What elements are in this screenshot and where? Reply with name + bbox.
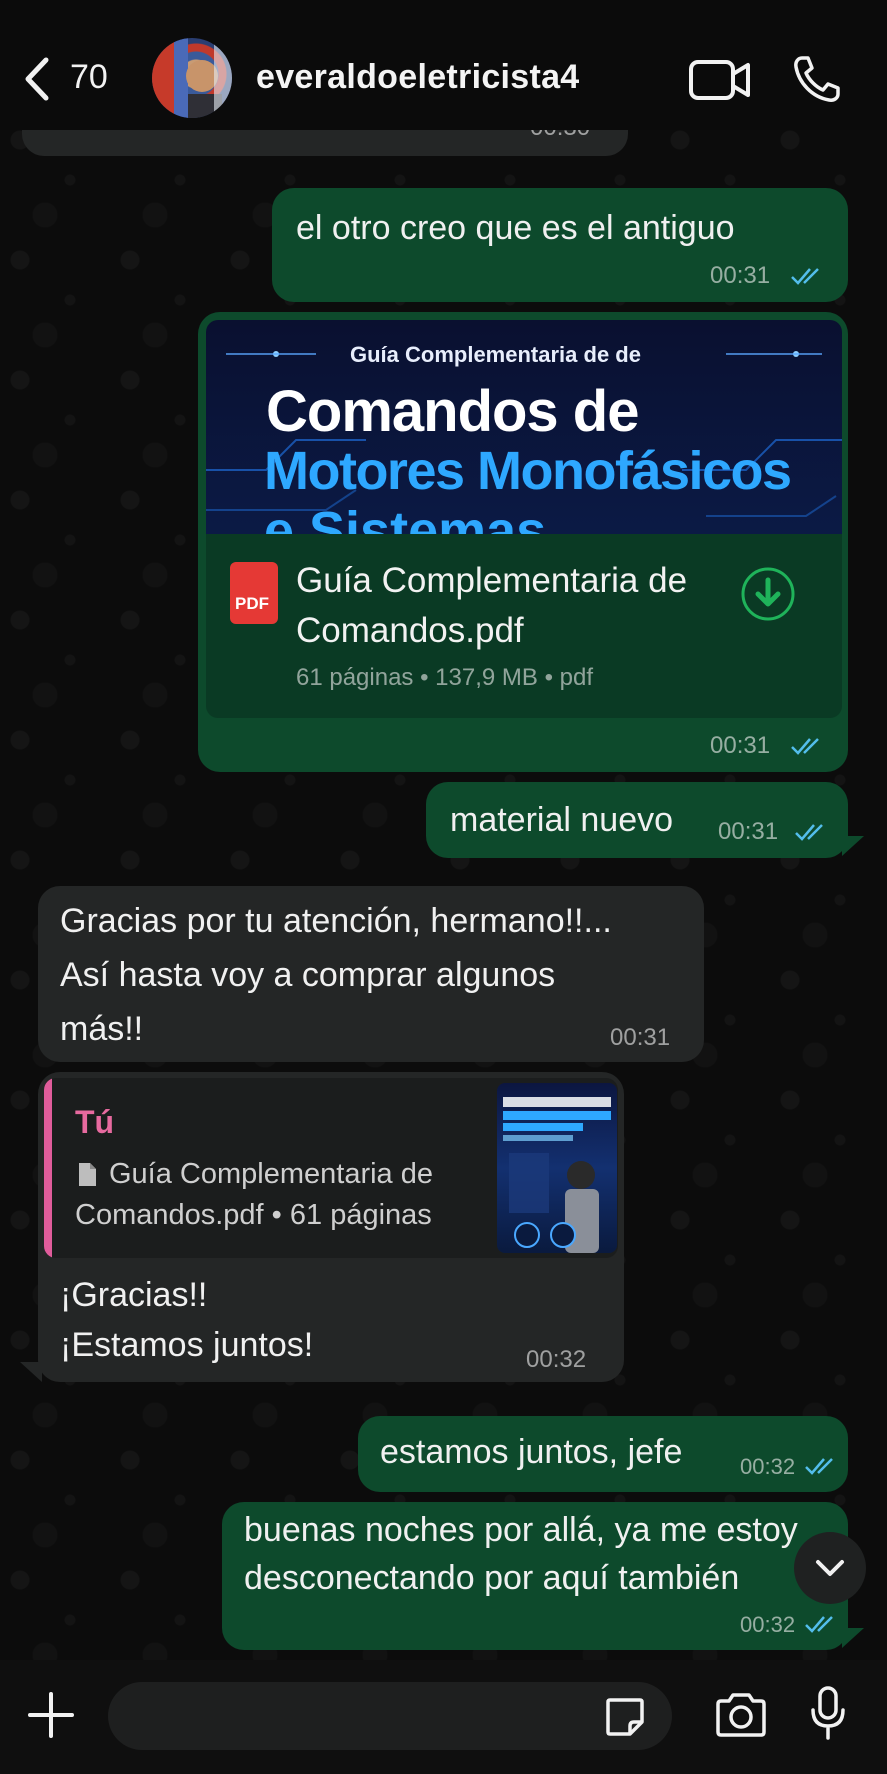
document-preview[interactable]: Guía Complementaria de de Comandos de Mo… <box>206 320 842 534</box>
message-time: 00:31 <box>718 818 779 845</box>
message-time: 00:31 <box>610 1024 671 1051</box>
outgoing-message[interactable]: buenas noches por allá, ya me estoy desc… <box>222 1502 848 1650</box>
read-receipt-icon <box>791 738 819 755</box>
quoted-message[interactable]: Tú Guía Complementaria de Comandos.pdf •… <box>44 1078 618 1258</box>
download-icon <box>741 567 795 621</box>
microphone-button[interactable] <box>810 1686 846 1742</box>
pdf-icon: PDF <box>230 562 278 624</box>
voice-call-button[interactable] <box>792 54 842 104</box>
preview-title-line: Motores Monofásicos <box>264 441 792 501</box>
contact-name[interactable]: everaldoeletricista4 <box>256 58 580 97</box>
microphone-icon <box>811 1686 845 1740</box>
scroll-to-bottom-button[interactable] <box>794 1532 866 1604</box>
message-time: 00:32 <box>740 1454 796 1479</box>
message-text: ¡Gracias!! ¡Estamos juntos! <box>60 1276 314 1364</box>
quote-author: Tú <box>75 1104 115 1140</box>
chat-header: 70 everaldoeletricista4 <box>0 0 887 130</box>
unread-count[interactable]: 70 <box>70 58 108 97</box>
plus-icon <box>28 1692 74 1738</box>
message-text: estamos juntos, jefe <box>380 1433 683 1471</box>
outgoing-message[interactable]: estamos juntos, jefe 00:32 <box>358 1416 848 1492</box>
sticker-icon <box>606 1698 644 1736</box>
preview-subtitle: Guía Complementaria de de <box>350 342 641 367</box>
read-receipt-icon <box>805 1458 833 1475</box>
preview-title-line: Comandos de <box>266 379 639 444</box>
sticker-button[interactable] <box>604 1696 646 1738</box>
message-time: 00:31 <box>710 732 771 759</box>
download-button[interactable] <box>740 566 796 622</box>
bubble-tail <box>842 1628 864 1648</box>
video-call-button[interactable] <box>688 56 752 104</box>
incoming-message[interactable]: Gracias por tu atención, hermano!!... As… <box>38 886 704 1062</box>
read-receipt-icon <box>791 268 819 285</box>
quote-thumbnail <box>497 1083 617 1253</box>
document-file-name: Guía Complementaria de Comandos.pdf <box>296 561 688 650</box>
message-time: 00:32 <box>526 1346 587 1373</box>
quote-accent-bar <box>44 1078 52 1258</box>
camera-button[interactable] <box>714 1692 768 1738</box>
chevron-left-icon <box>25 57 49 101</box>
message-text: buenas noches por allá, ya me estoy desc… <box>244 1511 798 1597</box>
preview-title-line: e Sistemas <box>264 501 547 534</box>
back-button[interactable] <box>18 54 58 104</box>
camera-icon <box>716 1693 766 1737</box>
bubble-tail <box>20 1362 42 1382</box>
read-receipt-icon <box>795 824 823 841</box>
contact-avatar[interactable] <box>152 38 232 118</box>
attach-button[interactable] <box>26 1690 76 1740</box>
video-call-icon <box>689 60 750 100</box>
message-text: Gracias por tu atención, hermano!!... As… <box>60 902 612 1048</box>
message-time: 00:31 <box>710 262 771 289</box>
quote-text: Guía Complementaria de Comandos.pdf • 61… <box>75 1158 433 1231</box>
outgoing-message[interactable]: material nuevo 00:31 <box>426 782 848 858</box>
read-receipt-icon <box>805 1616 833 1633</box>
message-text: material nuevo <box>450 801 674 839</box>
message-time: 00:32 <box>740 1612 796 1637</box>
message-input[interactable] <box>108 1682 672 1750</box>
outgoing-message[interactable]: el otro creo que es el antiguo 00:31 <box>272 188 848 302</box>
chevron-down-icon <box>816 1560 844 1576</box>
phone-icon <box>794 56 840 102</box>
document-meta: 61 páginas • 137,9 MB • pdf <box>296 664 593 691</box>
message-text: el otro creo que es el antiguo <box>296 209 735 247</box>
bubble-tail <box>842 836 864 856</box>
